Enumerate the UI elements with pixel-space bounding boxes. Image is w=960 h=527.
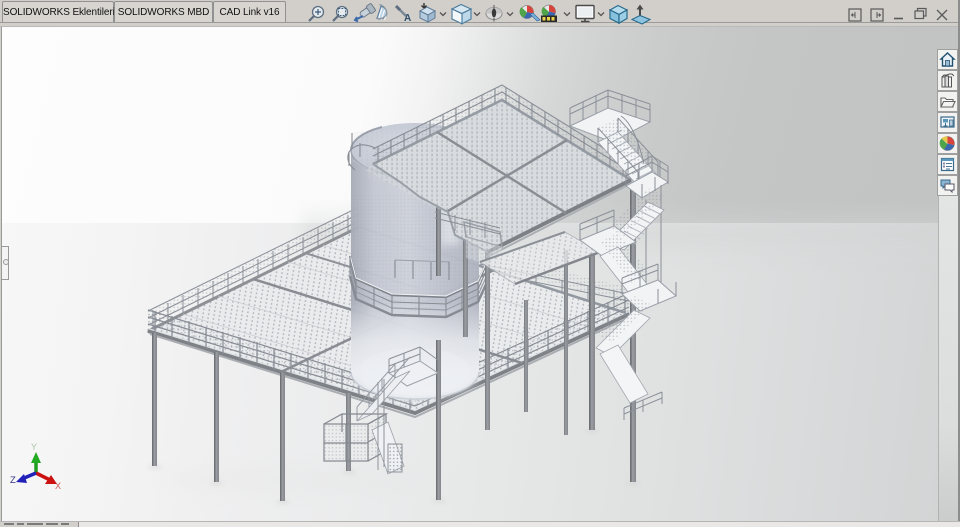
svg-text:A: A (404, 13, 411, 24)
